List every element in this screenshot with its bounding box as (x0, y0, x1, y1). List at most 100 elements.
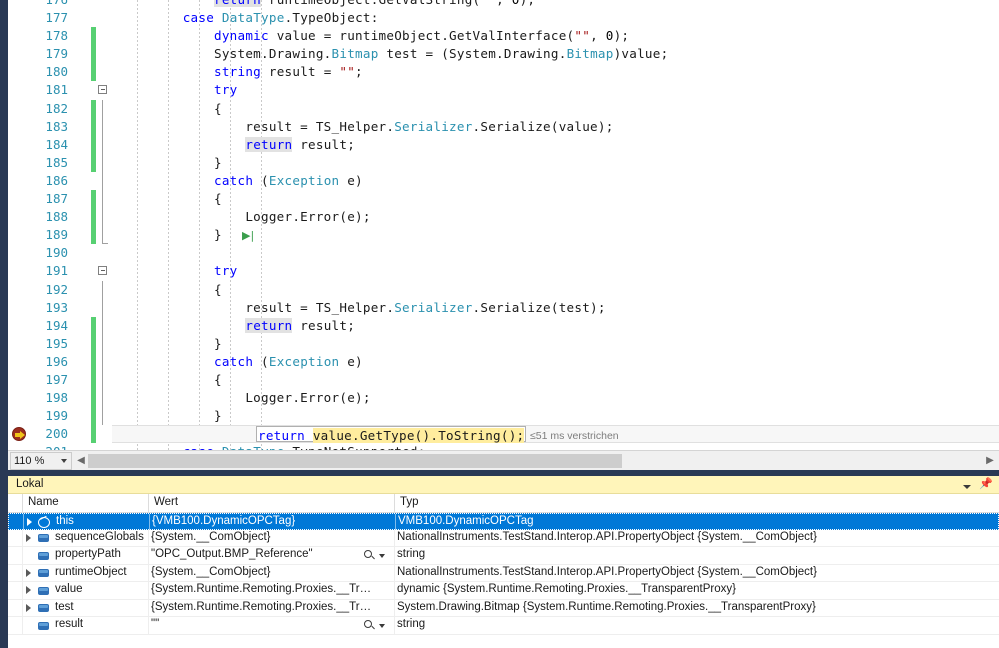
outlining-column[interactable] (96, 316, 112, 335)
table-row[interactable]: value {System.Runtime.Remoting.Proxies.__… (8, 582, 999, 600)
code-line[interactable]: 180 string result = ""; (8, 63, 999, 82)
expand-triangle-icon[interactable] (26, 603, 31, 612)
outlining-vertical-line (102, 370, 103, 390)
code-line[interactable]: 178 dynamic value = runtimeObject.GetVal… (8, 27, 999, 46)
code-line[interactable]: 179 System.Drawing.Bitmap test = (System… (8, 45, 999, 64)
code-line[interactable]: 182 { (8, 99, 999, 118)
variable-type: System.Drawing.Bitmap {System.Runtime.Re… (397, 600, 816, 613)
chevron-down-icon[interactable] (963, 484, 972, 489)
code-line[interactable]: 201 case DataType.TypeNotSupported: (8, 443, 999, 450)
variable-value[interactable]: {System.__ComObject} (151, 566, 271, 578)
horizontal-scrollbar[interactable]: ◀ ▶ (74, 452, 999, 470)
code-line[interactable]: 184 return result; (8, 135, 999, 154)
variable-value[interactable]: {System.Runtime.Remoting.Proxies.__Trans… (151, 583, 376, 595)
expand-triangle-icon[interactable] (26, 568, 31, 577)
variable-value[interactable]: "" (151, 618, 159, 630)
outlining-column[interactable] (96, 226, 112, 245)
code-line[interactable]: 193 result = TS_Helper.Serializer.Serial… (8, 298, 999, 317)
code-line-text: catch (Exception e) (214, 172, 363, 188)
code-line[interactable]: 177 case DataType.TypeObject: (8, 9, 999, 27)
code-lines-container: 176 return runtimeObject.GetValString(""… (8, 0, 999, 450)
collapse-minus-icon[interactable] (98, 266, 107, 276)
outlining-vertical-line (102, 190, 103, 209)
outlining-column[interactable] (96, 81, 112, 99)
run-to-click-icon[interactable]: ▶| (242, 230, 256, 241)
expand-triangle-icon[interactable] (27, 518, 32, 526)
code-line[interactable]: 195 } (8, 334, 999, 353)
variable-value[interactable]: "OPC_Output.BMP_Reference" (151, 548, 313, 560)
outlining-column[interactable] (96, 389, 112, 408)
outlining-column[interactable] (96, 99, 112, 118)
line-number: 182 (45, 100, 68, 116)
current-statement-marker[interactable] (8, 425, 32, 443)
table-row[interactable]: this {VMB100.DynamicOPCTag} VMB100.Dynamic… (8, 513, 999, 531)
expand-triangle-icon[interactable] (26, 586, 31, 594)
chevron-down-icon[interactable] (379, 623, 385, 628)
line-number: 192 (45, 281, 68, 297)
code-line[interactable]: 185 } (8, 153, 999, 172)
outlining-column[interactable] (96, 262, 112, 280)
this-reference-icon (38, 517, 50, 528)
code-line-text: dynamic value = runtimeObject.GetValInte… (214, 28, 630, 44)
column-header-type[interactable]: Typ (400, 496, 419, 508)
outlining-column[interactable] (96, 370, 112, 390)
code-line[interactable]: 187 { (8, 190, 999, 209)
scroll-right-arrow-icon[interactable]: ▶ (985, 456, 995, 466)
code-line[interactable]: 199 } (8, 407, 999, 426)
variable-value[interactable]: {System.Runtime.Remoting.Proxies.__Trans… (151, 601, 376, 613)
code-line[interactable]: 190 (8, 244, 999, 262)
table-row[interactable]: runtimeObject {System.__ComObject} Nationa… (8, 564, 999, 582)
code-line[interactable]: 186 catch (Exception e) (8, 171, 999, 191)
scroll-left-arrow-icon[interactable]: ◀ (76, 456, 86, 466)
chevron-down-icon[interactable] (379, 553, 385, 558)
table-row[interactable]: sequenceGlobals {System.__ComObject} Natio… (8, 529, 999, 547)
outlining-column[interactable] (96, 208, 112, 227)
code-line[interactable]: 196 catch (Exception e) (8, 352, 999, 371)
table-row[interactable]: result "" string (8, 617, 999, 635)
code-line[interactable]: 183 result = TS_Helper.Serializer.Serial… (8, 117, 999, 136)
expand-triangle-icon[interactable] (26, 533, 31, 542)
outlining-column[interactable] (96, 407, 112, 426)
outlining-column[interactable] (96, 352, 112, 371)
outlining-column[interactable] (96, 334, 112, 353)
zoom-level-combobox[interactable]: 110 % (10, 452, 72, 470)
visualizer-magnifier-icon[interactable] (364, 620, 392, 632)
code-line[interactable]: 200 return value.GetType().ToString(); ≤51… (8, 425, 999, 444)
code-line[interactable]: 198 Logger.Error(e); (8, 389, 999, 408)
code-line[interactable]: ▶| 189 } (8, 226, 999, 245)
outlining-column[interactable] (96, 280, 112, 299)
table-row[interactable]: propertyPath "OPC_Output.BMP_Reference" st… (8, 547, 999, 565)
line-number: 177 (45, 10, 68, 26)
field-icon (38, 533, 50, 543)
outlining-column[interactable] (96, 171, 112, 191)
change-bar (91, 63, 96, 82)
outlining-column[interactable] (96, 117, 112, 136)
horizontal-scrollbar-thumb[interactable] (88, 454, 622, 468)
outlining-column[interactable] (96, 153, 112, 172)
column-header-name[interactable]: Name (28, 496, 59, 508)
code-line[interactable]: 176 return runtimeObject.GetValString(""… (8, 0, 999, 9)
code-line[interactable]: 188 Logger.Error(e); (8, 208, 999, 227)
line-number: 193 (45, 299, 68, 315)
line-number: 180 (45, 64, 68, 80)
outlining-column[interactable] (96, 298, 112, 317)
code-line[interactable]: 191 try (8, 262, 999, 280)
collapse-minus-icon[interactable] (98, 85, 107, 95)
code-line[interactable]: 194 return result; (8, 316, 999, 335)
line-number: 183 (45, 118, 68, 134)
code-line[interactable]: 197 { (8, 370, 999, 390)
column-header-value[interactable]: Wert (154, 496, 178, 508)
outlining-column[interactable] (96, 135, 112, 154)
variable-value[interactable]: {VMB100.DynamicOPCTag} (152, 515, 295, 527)
code-line[interactable]: 192 { (8, 280, 999, 299)
variable-value[interactable]: {System.__ComObject} (151, 531, 271, 543)
pin-icon[interactable]: 📌 (979, 478, 993, 490)
code-editor[interactable]: 176 return runtimeObject.GetValString(""… (8, 0, 999, 450)
outlining-vertical-line (102, 117, 103, 136)
line-number: 191 (45, 263, 68, 279)
code-line[interactable]: 181 try (8, 81, 999, 99)
outlining-vertical-line (102, 226, 108, 245)
visualizer-magnifier-icon[interactable] (364, 550, 392, 562)
outlining-column[interactable] (96, 190, 112, 209)
table-row[interactable]: test {System.Runtime.Remoting.Proxies.__T… (8, 599, 999, 617)
